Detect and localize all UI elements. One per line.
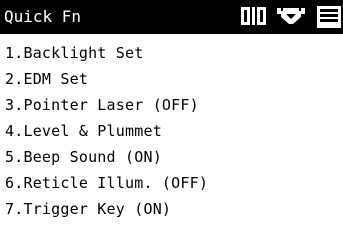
menu-item-pointer-laser[interactable]: 3.Pointer Laser (OFF) bbox=[5, 92, 208, 118]
battery-icon bbox=[317, 6, 341, 28]
quick-function-screen: Quick Fn 1.Backlight Set 2.EDM Set 3.Poi… bbox=[0, 0, 343, 251]
menu-item-edm-set[interactable]: 2.EDM Set bbox=[5, 66, 208, 92]
menu-item-beep-sound[interactable]: 5.Beep Sound (ON) bbox=[5, 144, 208, 170]
quick-function-menu: 1.Backlight Set 2.EDM Set 3.Pointer Lase… bbox=[5, 40, 208, 222]
compensator-icon bbox=[241, 7, 266, 25]
menu-item-backlight-set[interactable]: 1.Backlight Set bbox=[5, 40, 208, 66]
title-bar: Quick Fn bbox=[0, 0, 343, 34]
status-icons bbox=[239, 0, 343, 34]
status-icons-graphic bbox=[241, 6, 341, 28]
screen-title: Quick Fn bbox=[4, 7, 82, 26]
target-prism-icon bbox=[277, 8, 305, 24]
menu-item-reticle-illum[interactable]: 6.Reticle Illum. (OFF) bbox=[5, 170, 208, 196]
menu-item-trigger-key[interactable]: 7.Trigger Key (ON) bbox=[5, 196, 208, 222]
menu-item-level-plummet[interactable]: 4.Level & Plummet bbox=[5, 118, 208, 144]
